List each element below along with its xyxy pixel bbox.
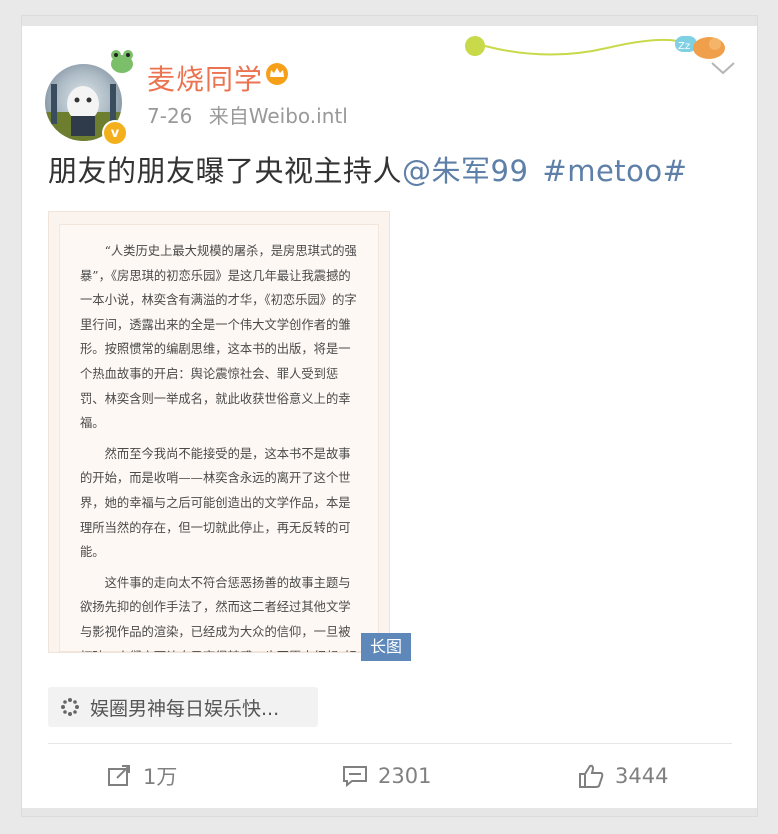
gear-icon [61, 698, 79, 716]
comment-icon [343, 766, 367, 788]
sleeping-cat-decoration-icon: Zz [465, 36, 725, 59]
username[interactable]: 麦烧同学 [147, 58, 263, 98]
source-chip[interactable]: 娱圈男神每日娱乐快... [48, 687, 318, 727]
like-count: 3444 [615, 764, 669, 788]
like-button[interactable]: 3444 [577, 758, 668, 794]
post-meta: 7-26 来自Weibo.intl [147, 100, 348, 129]
repost-button[interactable]: 1万 [107, 758, 177, 794]
weibo-post-card: Zz v 麦烧同学 7-26 来自Weibo.intl 朋友的朋友曝了央视主持人… [22, 16, 757, 816]
post-text: 朋友的朋友曝了央视主持人 [48, 154, 403, 188]
chevron-down-icon[interactable] [710, 60, 736, 76]
image-paragraph: 这件事的走向太不符合惩恶扬善的故事主题与欲扬先抑的创作手法了，然而这二者经过其他… [80, 575, 357, 652]
long-image-badge: 长图 [361, 633, 411, 661]
repost-icon [108, 765, 130, 786]
post-image[interactable]: “人类历史上最大规模的屠杀，是房思琪式的强暴”，《房思琪的初恋乐园》是这几年最让… [48, 211, 390, 653]
hashtag-link[interactable]: #metoo# [542, 154, 687, 188]
comment-button[interactable]: 2301 [342, 758, 431, 794]
like-icon [579, 764, 604, 788]
mention-link[interactable]: @朱军99 [402, 154, 528, 188]
divider [48, 743, 732, 744]
verified-badge-icon: v [102, 120, 128, 146]
image-text-page: “人类历史上最大规模的屠杀，是房思琪式的强暴”，《房思琪的初恋乐园》是这几年最让… [59, 224, 379, 652]
image-paragraph: “人类历史上最大规模的屠杀，是房思琪式的强暴”，《房思琪的初恋乐园》是这几年最让… [80, 244, 357, 431]
image-paragraph: 然而至今我尚不能接受的是，这本书不是故事的开始，而是收哨——林奕含永远的离开了这… [80, 446, 351, 560]
frog-sticker-icon [111, 50, 133, 73]
crown-icon [266, 63, 288, 85]
source-chip-label: 娱圈男神每日娱乐快... [90, 698, 280, 720]
svg-text:Zz: Zz [678, 41, 690, 52]
repost-count: 1万 [143, 765, 178, 789]
post-source: 来自Weibo.intl [208, 104, 348, 128]
post-content: 朋友的朋友曝了央视主持人@朱军99 #metoo# [48, 148, 687, 190]
bottom-bar [22, 808, 757, 816]
comment-count: 2301 [378, 764, 432, 788]
post-date: 7-26 [147, 104, 193, 128]
